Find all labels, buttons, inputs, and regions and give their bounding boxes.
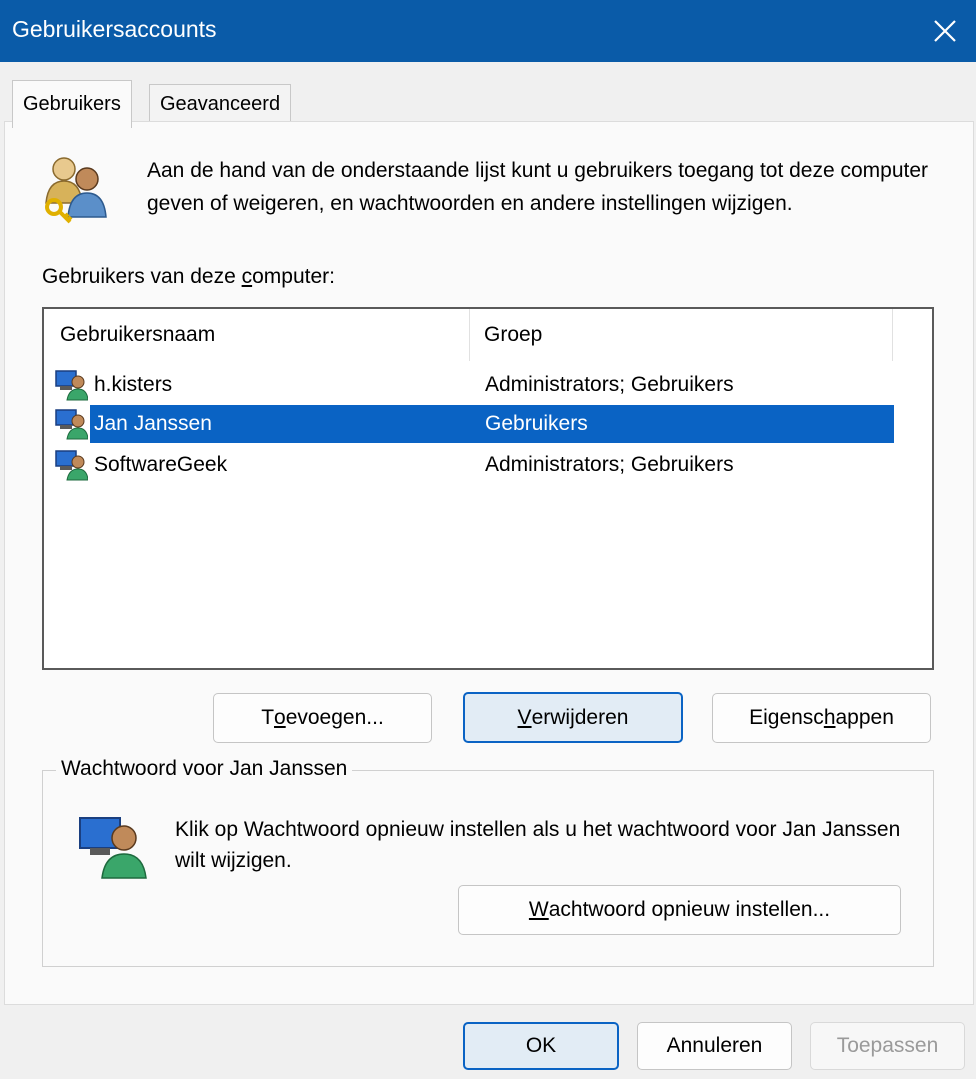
remove-user-button[interactable]: Verwijderen <box>463 692 683 743</box>
user-name: SoftwareGeek <box>94 453 228 476</box>
user-computer-icon <box>79 817 147 879</box>
apply-button[interactable]: Toepassen <box>810 1022 965 1070</box>
user-name: h.kisters <box>94 373 173 396</box>
title-bar: Gebruikersaccounts <box>0 0 976 62</box>
close-icon <box>934 20 956 42</box>
user-group: Administrators; Gebruikers <box>485 453 734 476</box>
password-group-legend: Wachtwoord voor Jan Janssen <box>56 757 353 781</box>
reset-password-button[interactable]: Wachtwoord opnieuw instellen... <box>458 885 901 935</box>
users-list[interactable]: Gebruikersnaam Groep h.kisters Administr… <box>42 307 934 670</box>
user-row-h-kisters[interactable]: h.kisters Administrators; Gebruikers <box>44 366 894 404</box>
column-header-username[interactable]: Gebruikersnaam <box>60 323 215 347</box>
column-separator[interactable] <box>469 309 470 361</box>
user-name: Jan Janssen <box>94 412 212 435</box>
ok-button[interactable]: OK <box>463 1022 619 1070</box>
password-info-text: Klik op Wachtwoord opnieuw instellen als… <box>175 818 901 872</box>
intro-text: Aan de hand van de onderstaande lijst ku… <box>147 159 929 215</box>
user-group: Gebruikers <box>485 412 588 435</box>
column-separator[interactable] <box>892 309 893 361</box>
tab-geavanceerd[interactable]: Geavanceerd <box>149 84 292 124</box>
close-button[interactable] <box>914 0 976 62</box>
user-group: Administrators; Gebruikers <box>485 373 734 396</box>
user-row-softwaregeek[interactable]: SoftwareGeek Administrators; Gebruikers <box>44 446 894 484</box>
tab-strip: Gebruikers Geavanceerd <box>0 62 976 128</box>
user-computer-icon <box>55 409 88 440</box>
add-user-button[interactable]: To evoegen... <box>213 693 432 743</box>
users-list-caption: Gebruikers van deze computer: <box>42 265 335 288</box>
properties-button[interactable]: Eigensc h appen <box>712 693 931 743</box>
user-row-jan-janssen[interactable]: Jan Janssen Gebruikers <box>44 405 894 443</box>
cancel-button[interactable]: Annuleren <box>637 1022 792 1070</box>
window-title: Gebruikersaccounts <box>12 16 217 42</box>
column-header-group[interactable]: Groep <box>484 323 542 347</box>
user-computer-icon <box>55 450 88 481</box>
tab-gebruikers[interactable]: Gebruikers <box>12 80 132 128</box>
user-computer-icon <box>55 370 88 401</box>
users-key-icon <box>45 157 107 224</box>
